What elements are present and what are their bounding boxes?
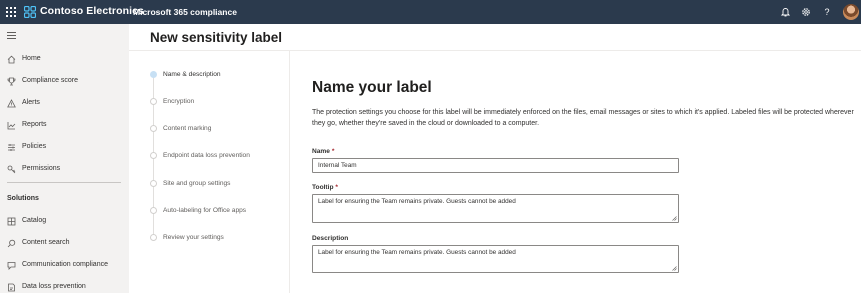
step-encryption[interactable]: Encryption [129,95,289,109]
step-endpoint-dlp[interactable]: Endpoint data loss prevention [129,149,289,163]
step-indicator-icon [150,180,157,187]
nav-item-permissions[interactable]: Permissions [0,160,129,178]
key-icon [7,165,16,174]
tooltip-textarea[interactable]: Label for ensuring the Team remains priv… [312,194,679,223]
step-label: Encryption [163,98,195,105]
nav-item-catalog[interactable]: Catalog [0,212,129,230]
form-description: The protection settings you choose for t… [312,109,854,127]
nav-item-compliance-score[interactable]: Compliance score [0,72,129,90]
policies-icon [8,144,15,151]
nav-item-label: Permissions [22,165,61,172]
step-site-group-settings[interactable]: Site and group settings [129,177,289,191]
nav-item-reports[interactable]: Reports [0,116,129,134]
step-indicator-icon [150,152,157,159]
wizard-steps: Name & description Encryption Content ma… [129,51,289,293]
brand-name[interactable]: Contoso Electronics [40,5,144,17]
left-navigation: Home Compliance score Alerts Reports Pol… [0,24,129,293]
resize-grip-icon[interactable] [672,266,677,271]
description-value: Label for ensuring the Team remains priv… [318,249,516,256]
tooltip-field-label: Tooltip * [312,184,338,191]
required-mark: * [335,184,338,191]
avatar[interactable] [843,4,859,20]
dlp-icon [8,283,15,292]
steps-divider [289,51,290,293]
step-indicator-icon [150,71,157,78]
nav-item-label: Alerts [22,99,40,106]
name-field-label: Name * [312,148,334,155]
nav-item-content-search[interactable]: Content search [0,234,129,252]
catalog-icon [7,217,16,226]
chat-icon [7,262,16,270]
step-name-description[interactable]: Name & description [129,68,289,82]
nav-item-label: Content search [22,239,70,246]
brand-logo-icon [24,6,36,18]
search-icon [7,239,16,248]
hamburger-icon[interactable] [7,32,16,39]
form-heading: Name your label [312,79,432,96]
gear-icon[interactable] [800,6,812,18]
waffle-icon[interactable] [6,7,16,17]
step-indicator-icon [150,125,157,132]
name-input[interactable] [312,158,679,173]
step-indicator-icon [150,234,157,241]
step-label: Site and group settings [163,180,231,187]
nav-item-label: Communication compliance [22,261,108,268]
tooltip-label-text: Tooltip [312,184,334,191]
home-icon [7,55,16,64]
tooltip-value: Label for ensuring the Team remains priv… [318,198,516,205]
step-label: Name & description [163,71,221,78]
warning-icon [7,99,16,108]
trophy-icon [7,77,16,86]
chart-icon [7,122,16,130]
app-name[interactable]: Microsoft 365 compliance [133,7,237,17]
bell-icon[interactable] [779,6,791,18]
step-auto-labeling[interactable]: Auto-labeling for Office apps [129,204,289,218]
nav-item-label: Reports [22,121,47,128]
nav-item-communication-compliance[interactable]: Communication compliance [0,256,129,274]
nav-item-alerts[interactable]: Alerts [0,94,129,112]
resize-grip-icon[interactable] [672,216,677,221]
nav-item-label: Compliance score [22,77,79,84]
top-bar: Contoso Electronics Microsoft 365 compli… [0,0,861,24]
required-mark: * [331,148,335,155]
description-label-text: Description [312,235,349,242]
step-label: Endpoint data loss prevention [163,152,250,159]
step-content-marking[interactable]: Content marking [129,122,289,136]
nav-section-solutions: Solutions [7,195,39,202]
nav-item-label: Data loss prevention [22,283,86,290]
nav-item-data-loss-prevention[interactable]: Data loss prevention [0,278,129,293]
description-textarea[interactable]: Label for ensuring the Team remains priv… [312,245,679,273]
nav-item-label: Policies [22,143,47,150]
step-indicator-icon [150,207,157,214]
step-label: Auto-labeling for Office apps [163,207,247,214]
step-review-settings[interactable]: Review your settings [129,231,289,245]
nav-item-label: Home [22,55,41,62]
nav-item-label: Catalog [22,217,47,224]
step-indicator-icon [150,98,157,105]
nav-item-home[interactable]: Home [0,50,129,68]
step-label: Review your settings [163,234,224,241]
name-label-text: Name [312,148,330,155]
step-label: Content marking [163,125,212,132]
help-icon[interactable]: ? [821,6,833,18]
nav-item-policies[interactable]: Policies [0,138,129,156]
nav-divider [7,182,121,183]
page-title: New sensitivity label [150,30,283,45]
description-field-label: Description [312,235,348,242]
